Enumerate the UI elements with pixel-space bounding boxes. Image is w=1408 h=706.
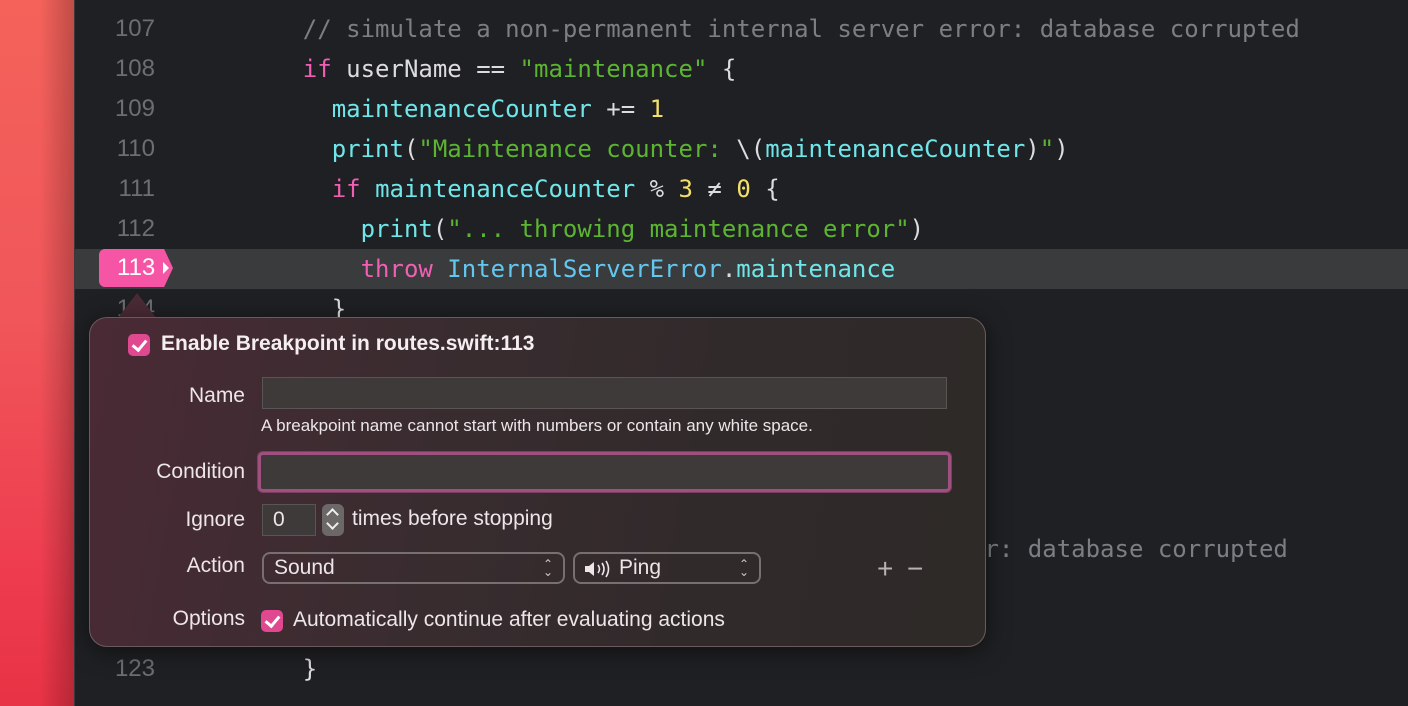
action-type-value: Sound	[274, 556, 335, 579]
sound-value: Ping	[619, 556, 662, 579]
enable-breakpoint-checkbox[interactable]	[128, 334, 150, 356]
desktop-background	[0, 0, 74, 706]
code-token: InternalServerError	[447, 255, 722, 283]
stepper-down-icon[interactable]	[326, 517, 339, 530]
action-label: Action	[186, 554, 245, 577]
code-token: maintenanceCounter	[765, 135, 1026, 163]
line-number[interactable]: 111	[75, 169, 155, 209]
code-line[interactable]: 107 // simulate a non-permanent internal…	[75, 9, 1408, 49]
code-token: maintenanceCounter	[331, 95, 592, 123]
code-token: ≠	[692, 175, 737, 203]
action-type-popup[interactable]: Sound ⌃ ⌄	[262, 552, 565, 584]
code-text: print("Maintenance counter: \(maintenanc…	[245, 129, 1069, 169]
popover-title: Enable Breakpoint in routes.swift:113	[161, 332, 535, 355]
condition-label: Condition	[156, 460, 245, 483]
add-action-button[interactable]: +	[877, 555, 893, 583]
ignore-suffix: times before stopping	[352, 507, 553, 530]
ignore-count-stepper[interactable]	[322, 504, 344, 536]
breakpoint-editor-popover: Enable Breakpoint in routes.swift:113 Na…	[89, 317, 986, 647]
code-text: if userName == "maintenance" {	[245, 49, 737, 89]
line-number[interactable]: 107	[75, 9, 155, 49]
code-token: // simulate a non-permanent internal ser…	[302, 15, 1300, 43]
code-token: print	[331, 135, 404, 163]
code-line[interactable]: 112 print("... throwing maintenance erro…	[75, 209, 1408, 249]
ignore-count-field[interactable]	[262, 504, 316, 536]
speaker-icon	[585, 560, 610, 578]
name-hint: A breakpoint name cannot start with numb…	[261, 416, 813, 435]
code-token: userName ==	[331, 55, 520, 83]
code-token: print	[360, 215, 433, 243]
line-number[interactable]: 112	[75, 209, 155, 249]
code-token: )	[1054, 135, 1069, 163]
code-text: // simulate a non-permanent internal ser…	[245, 9, 1300, 49]
code-token: "	[1039, 135, 1055, 163]
code-token: +=	[591, 95, 650, 123]
code-line[interactable]: 111 if maintenanceCounter % 3 ≠ 0 {	[75, 169, 1408, 209]
code-line[interactable]: throw InternalServerError.maintenance	[75, 249, 1408, 289]
code-text: maintenanceCounter += 1	[245, 89, 664, 129]
code-text: if maintenanceCounter % 3 ≠ 0 {	[245, 169, 780, 209]
line-number[interactable]: 109	[75, 89, 155, 129]
code-token: "maintenance"	[519, 55, 708, 83]
code-token: .	[721, 255, 737, 283]
code-token: %	[635, 175, 679, 203]
code-text: throw InternalServerError.maintenance	[245, 249, 896, 289]
code-token: maintenanceCounter	[375, 175, 636, 203]
name-label: Name	[188, 384, 245, 407]
code-token: "Maintenance counter:	[418, 135, 737, 163]
options-label: Options	[172, 607, 245, 630]
code-line[interactable]: 123 }	[75, 649, 1408, 689]
code-token: throw	[360, 255, 433, 283]
code-token: }	[302, 655, 318, 683]
up-down-chevron-icon: ⌃ ⌄	[738, 557, 749, 579]
code-token: {	[707, 55, 737, 83]
code-token: (	[403, 135, 419, 163]
code-line[interactable]: 109 maintenanceCounter += 1	[75, 89, 1408, 129]
line-number[interactable]: 123	[75, 649, 155, 689]
breakpoint-arrow-icon	[163, 262, 169, 274]
code-token: \(	[736, 135, 766, 163]
code-token: )	[909, 215, 925, 243]
code-token: if	[302, 55, 332, 83]
code-token: 1	[649, 95, 665, 123]
code-token: (	[432, 215, 448, 243]
code-token: if	[331, 175, 361, 203]
remove-action-button[interactable]: −	[907, 555, 923, 583]
code-line[interactable]: 108 if userName == "maintenance" {	[75, 49, 1408, 89]
code-text: print("... throwing maintenance error")	[245, 209, 925, 249]
code-token: or: database corrupted	[970, 535, 1288, 563]
code-token: 0	[736, 175, 751, 203]
code-token: 3	[678, 175, 693, 203]
code-token: {	[750, 175, 780, 203]
up-down-chevron-icon: ⌃ ⌄	[542, 557, 553, 579]
auto-continue-label[interactable]: Automatically continue after evaluating …	[293, 608, 725, 632]
code-text: }	[245, 649, 317, 689]
code-token: maintenance	[736, 255, 896, 283]
code-token: "... throwing maintenance error"	[447, 215, 910, 243]
code-token: )	[1025, 135, 1040, 163]
code-text: or: database corrupted	[970, 529, 1288, 569]
breakpoint-line-number: 113	[117, 254, 156, 281]
code-line[interactable]: 110 print("Maintenance counter: \(mainte…	[75, 129, 1408, 169]
line-number[interactable]: 108	[75, 49, 155, 89]
ignore-label: Ignore	[185, 508, 245, 531]
name-field[interactable]	[262, 377, 947, 409]
auto-continue-checkbox[interactable]	[261, 610, 283, 632]
breakpoint-marker[interactable]: 113	[99, 249, 173, 287]
line-number[interactable]: 110	[75, 129, 155, 169]
sound-popup[interactable]: Ping ⌃ ⌄	[573, 552, 761, 584]
condition-field[interactable]	[258, 452, 951, 492]
